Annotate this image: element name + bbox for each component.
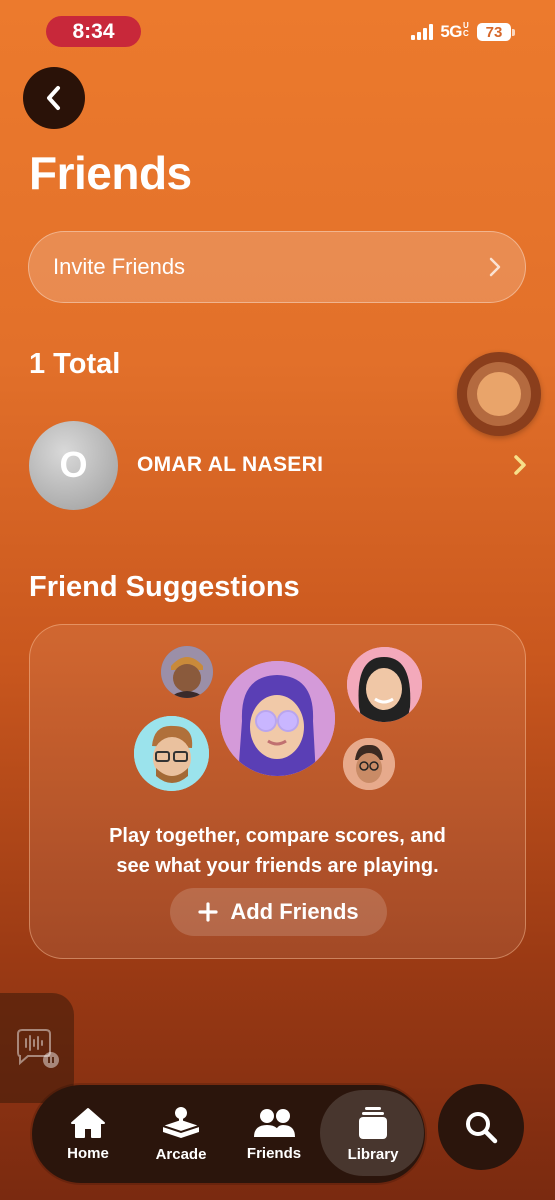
friend-suggestions-card: Play together, compare scores, and see w… [29,624,526,959]
tab-bar: Home Arcade Friends Library [32,1085,425,1183]
chevron-right-icon [514,455,526,475]
voice-control-button[interactable] [0,993,74,1103]
house-icon [71,1107,105,1138]
tab-friends[interactable]: Friends [244,1085,304,1183]
page-title: Friends [29,147,192,199]
memoji-avatar-1 [161,646,213,698]
tab-library-label: Library [347,1145,399,1163]
memoji-avatar-2 [220,661,335,776]
chevron-left-icon [47,86,60,110]
search-button[interactable] [438,1084,524,1170]
add-friends-label: Add Friends [230,899,359,924]
network-suffix: UC [463,21,469,38]
status-time: 8:34 [46,16,141,47]
network-label: 5G [440,22,462,41]
joystick-icon [162,1106,200,1138]
memoji-avatar-5 [343,738,395,790]
friend-suggestions-description: Play together, compare scores, and see w… [30,821,525,881]
tab-library[interactable]: Library [320,1085,424,1183]
signal-icon [411,24,434,40]
search-icon [466,1112,498,1144]
status-indicators: 5G UC 73 [411,22,515,42]
description-line-2: see what your friends are playing. [116,855,439,877]
chevron-right-icon [489,257,501,277]
stack-icon [359,1106,387,1139]
people-icon [254,1108,295,1137]
memoji-avatar-3 [347,647,422,722]
avatar: O [29,420,118,510]
description-line-1: Play together, compare scores, and [109,825,446,847]
plus-icon [198,902,218,922]
back-button[interactable] [23,67,85,129]
friend-name: OMAR AL NASERI [137,453,324,476]
invite-friends-label: Invite Friends [53,254,186,279]
invite-friends-button[interactable]: Invite Friends [28,231,526,303]
battery-level: 73 [477,23,511,41]
tab-arcade[interactable]: Arcade [155,1085,207,1183]
memoji-avatar-4 [134,716,209,791]
tab-arcade-label: Arcade [155,1145,207,1163]
battery-icon: 73 [477,23,515,41]
add-friends-button[interactable]: Add Friends [170,888,387,936]
tab-home-label: Home [67,1144,109,1162]
tab-home[interactable]: Home [66,1085,110,1183]
friend-suggestions-title: Friend Suggestions [29,571,300,603]
tab-friends-label: Friends [246,1144,302,1162]
friends-total: 1 Total [29,348,121,380]
voice-waveform-icon [17,1029,59,1068]
friend-row[interactable]: O OMAR AL NASERI [29,420,529,510]
